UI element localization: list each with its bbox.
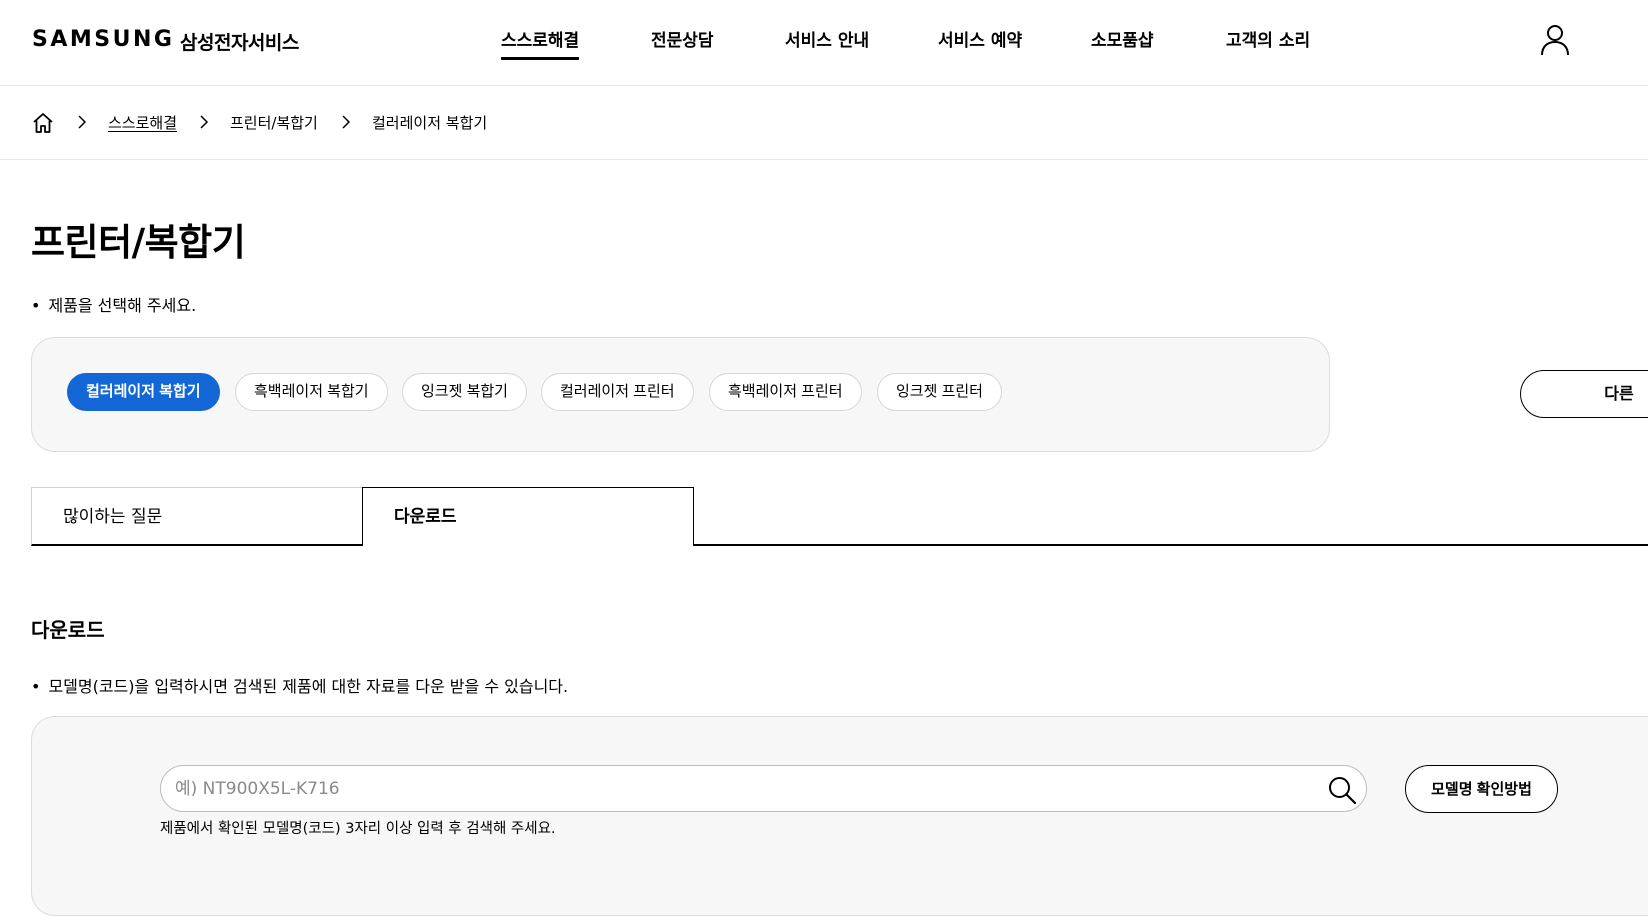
home-icon[interactable] xyxy=(31,111,55,135)
chevron-right-icon xyxy=(78,115,87,129)
chevron-right-icon xyxy=(200,115,209,129)
breadcrumb-item-self-solve[interactable]: 스스로해결 xyxy=(108,112,177,133)
service-logo-text[interactable]: 삼성전자서비스 xyxy=(180,28,299,55)
chip-mono-laser-mfp[interactable]: 흑백레이저 복합기 xyxy=(235,373,388,411)
nav-item-self-solve[interactable]: 스스로해결 xyxy=(501,26,580,60)
chip-color-laser-printer[interactable]: 컬러레이저 프린터 xyxy=(541,373,694,411)
breadcrumb-item-current: 컬러레이저 복합기 xyxy=(372,114,488,132)
breadcrumb-item-printer[interactable]: 프린터/복합기 xyxy=(230,112,318,133)
chevron-right-icon xyxy=(342,115,351,129)
model-search-box xyxy=(160,765,1367,812)
page-title: 프린터/복합기 xyxy=(31,221,246,264)
download-section-title: 다운로드 xyxy=(31,618,105,642)
model-search-input[interactable] xyxy=(173,766,1313,811)
nav-item-consult[interactable]: 전문상담 xyxy=(651,26,714,60)
search-icon[interactable] xyxy=(1327,775,1357,805)
nav-item-customer-voice[interactable]: 고객의 소리 xyxy=(1226,26,1310,60)
samsung-logo[interactable]: SAMSUNG xyxy=(32,27,174,52)
chip-inkjet-printer[interactable]: 잉크젯 프린터 xyxy=(877,373,1002,411)
tab-faq[interactable]: 많이하는 질문 xyxy=(31,487,363,546)
nav-item-supplies-shop[interactable]: 소모품샵 xyxy=(1091,26,1154,60)
chip-mono-laser-printer[interactable]: 흑백레이저 프린터 xyxy=(709,373,862,411)
chip-color-laser-mfp[interactable]: 컬러레이저 복합기 xyxy=(67,373,220,411)
global-header: SAMSUNG 삼성전자서비스 스스로해결 전문상담 서비스 안내 서비스 예약… xyxy=(0,0,1648,86)
other-products-button[interactable]: 다른 xyxy=(1520,370,1648,418)
search-panel xyxy=(31,716,1648,916)
search-helper-text: 제품에서 확인된 모델명(코드) 3자리 이상 입력 후 검색해 주세요. xyxy=(160,821,556,837)
nav-item-service-info[interactable]: 서비스 안내 xyxy=(785,26,869,60)
product-select-instruction: 제품을 선택해 주세요. xyxy=(31,292,196,316)
download-description: 모델명(코드)을 입력하시면 검색된 제품에 대한 자료를 다운 받을 수 있습… xyxy=(31,673,568,697)
model-name-guide-button[interactable]: 모델명 확인방법 xyxy=(1405,765,1558,813)
nav-item-service-reservation[interactable]: 서비스 예약 xyxy=(938,26,1022,60)
chip-inkjet-mfp[interactable]: 잉크젯 복합기 xyxy=(402,373,527,411)
tab-underline xyxy=(693,544,1648,546)
user-icon[interactable] xyxy=(1540,24,1570,56)
tab-download[interactable]: 다운로드 xyxy=(362,487,694,546)
